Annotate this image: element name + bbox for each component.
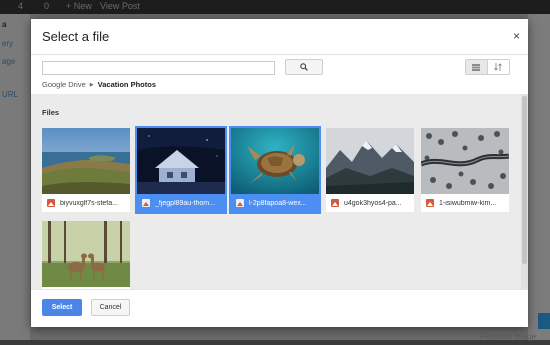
file-tile[interactable] — [42, 221, 130, 289]
background-sidebar: a ery age URL — [0, 14, 30, 345]
file-label: _fjegpl89au-thom... — [137, 194, 225, 212]
breadcrumb-current: Vacation Photos — [97, 80, 156, 89]
file-name: l-2p8fapoa8-wex... — [249, 199, 307, 207]
bg-topbar-item: 0 — [44, 1, 50, 11]
file-name: _fjegpl89au-thom... — [155, 199, 215, 207]
search-button[interactable] — [285, 59, 323, 75]
file-tile[interactable]: biyvuxglf7s-stefa... — [42, 128, 130, 212]
file-label: u4gok3hyos4-pa... — [326, 194, 414, 212]
file-label: 1-isiwubmiw-kim... — [421, 194, 509, 212]
background-footer: Featured image — [0, 332, 550, 345]
bg-sidebar-item: ery — [2, 39, 14, 48]
file-tile[interactable]: _fjegpl89au-thom... — [135, 126, 227, 214]
file-label: l-2p8fapoa8-wex... — [231, 194, 319, 212]
grid-view-button[interactable] — [466, 60, 488, 74]
file-tile[interactable]: 1-isiwubmiw-kim... — [421, 128, 509, 212]
cancel-button[interactable]: Cancel — [91, 299, 130, 316]
bg-featured-image-label: Featured image — [479, 332, 536, 341]
dialog-header: Select a file × — [31, 19, 528, 55]
image-file-icon — [331, 199, 339, 207]
file-name: 1-isiwubmiw-kim... — [439, 199, 497, 207]
close-icon[interactable]: × — [513, 29, 520, 43]
file-thumbnail — [421, 128, 509, 194]
files-pane: Files biyvuxglf7s-stefa... _fjegpl89au-t… — [31, 94, 528, 289]
bg-sidebar-item: URL — [2, 90, 19, 99]
image-file-icon — [426, 199, 434, 207]
search-icon — [300, 63, 308, 71]
file-thumbnail — [231, 128, 319, 194]
bg-sidebar-item: age — [2, 57, 16, 66]
bg-topbar-item: + New — [66, 1, 92, 11]
file-name: biyvuxglf7s-stefa... — [60, 199, 118, 207]
background-button — [538, 313, 550, 329]
background-admin-bar: 4 0 + New View Post — [0, 0, 550, 14]
sort-icon — [494, 63, 503, 71]
file-name: u4gok3hyos4-pa... — [344, 199, 402, 207]
files-heading: Files — [42, 108, 60, 117]
file-picker-dialog: Select a file × Google Drive ▶ Vacation … — [31, 19, 528, 327]
search-input[interactable] — [42, 61, 275, 75]
grid-view-icon — [472, 63, 481, 71]
image-file-icon — [47, 199, 55, 207]
file-tile[interactable]: l-2p8fapoa8-wex... — [229, 126, 321, 214]
file-thumbnail — [42, 221, 130, 287]
bg-sidebar-item: a — [2, 20, 7, 29]
bg-topbar-item: 4 — [18, 1, 24, 11]
file-tile[interactable]: u4gok3hyos4-pa... — [326, 128, 414, 212]
dialog-footer: Select Cancel — [31, 289, 528, 327]
bg-topbar-item: View Post — [100, 1, 140, 11]
background-right-panel — [528, 14, 550, 345]
select-button[interactable]: Select — [42, 299, 82, 316]
image-file-icon — [142, 199, 150, 207]
sort-button[interactable] — [488, 60, 510, 74]
file-thumbnail — [137, 128, 225, 194]
scrollbar-thumb[interactable] — [522, 96, 527, 264]
chevron-right-icon: ▶ — [89, 81, 94, 88]
view-toggle — [465, 59, 510, 75]
breadcrumb-root[interactable]: Google Drive — [42, 80, 86, 89]
file-label: biyvuxglf7s-stefa... — [42, 194, 130, 212]
file-thumbnail — [326, 128, 414, 194]
breadcrumb: Google Drive ▶ Vacation Photos — [42, 80, 156, 89]
dialog-title: Select a file — [42, 29, 110, 44]
image-file-icon — [236, 199, 244, 207]
file-thumbnail — [42, 128, 130, 194]
